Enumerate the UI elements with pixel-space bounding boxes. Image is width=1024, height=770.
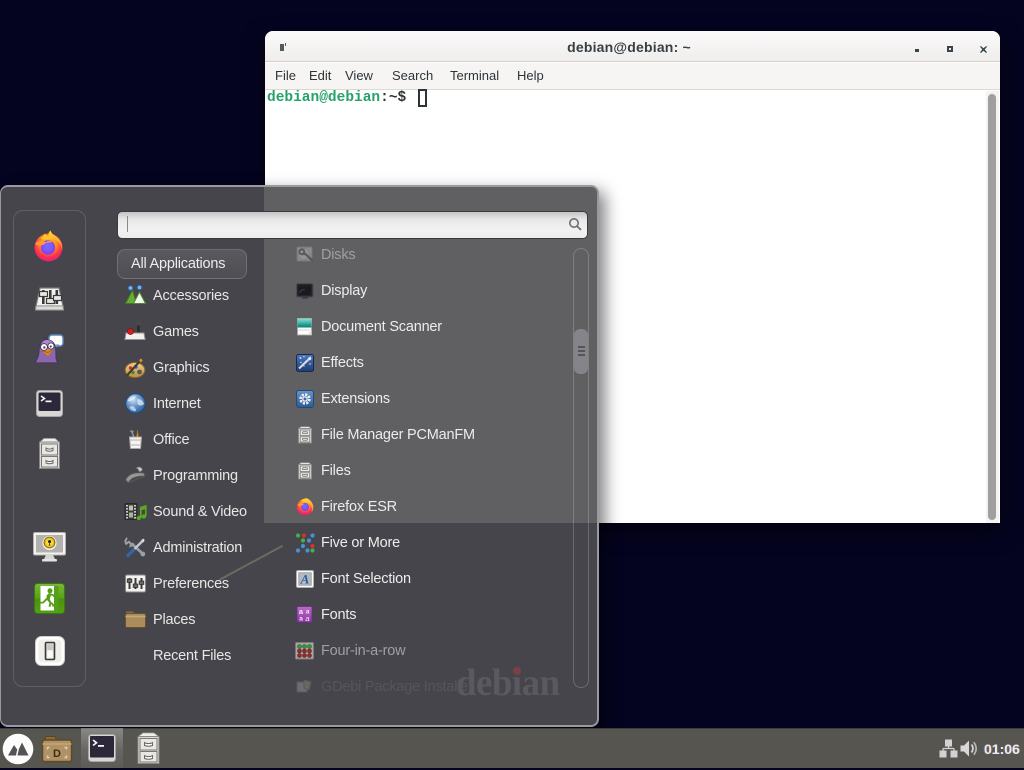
svg-text:a: a bbox=[299, 616, 303, 623]
svg-text:D: D bbox=[53, 748, 61, 760]
svg-text:a: a bbox=[305, 614, 309, 623]
svg-text:A: A bbox=[300, 572, 310, 587]
